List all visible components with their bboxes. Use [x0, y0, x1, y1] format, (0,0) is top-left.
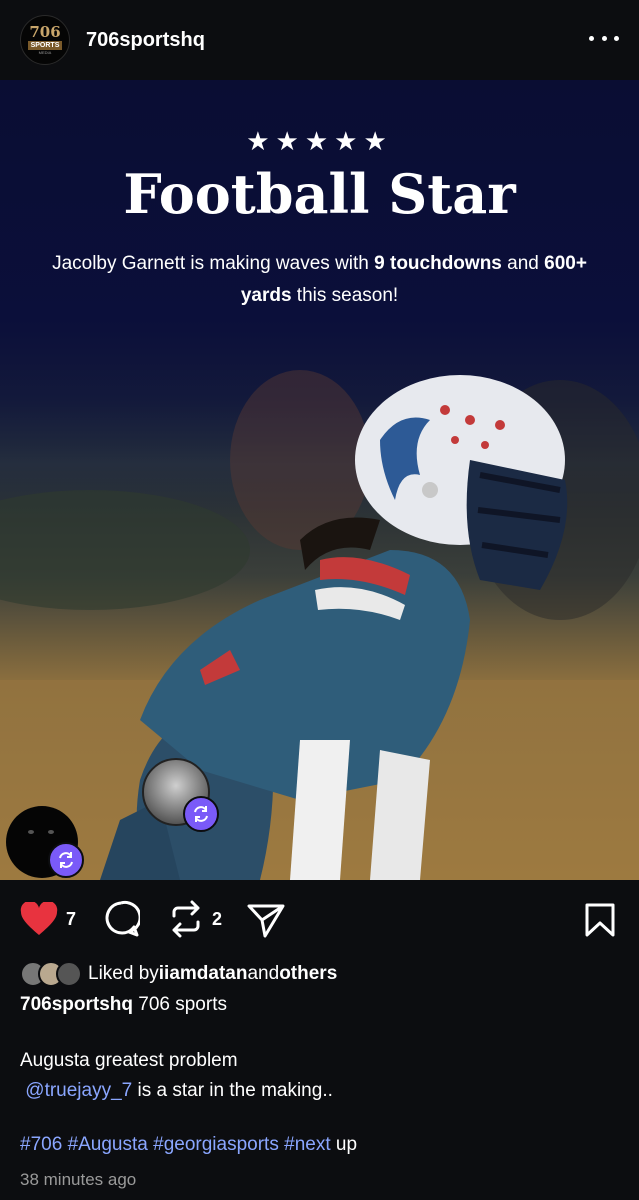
send-icon [247, 904, 285, 938]
post-title: Football Star [123, 162, 516, 226]
caption-line-2: @truejayy_7 is a star in the making.. [20, 1076, 620, 1106]
avatar-logo-brand: SPORTS [27, 41, 63, 50]
share-button[interactable] [246, 902, 286, 938]
repost-icon [172, 900, 200, 938]
liked-by-prefix: Liked by [88, 963, 159, 984]
repost-button[interactable]: 2 [168, 900, 222, 938]
liked-by-others[interactable]: others [279, 963, 337, 985]
post-image[interactable]: ★★★★★ Football Star Jacolby Garnett is m… [0, 80, 639, 880]
avatar-logo-sub: MEDIA [38, 50, 52, 55]
post-info: Liked by iiamdatan and others 706sportsh… [20, 958, 620, 1190]
caption-author-text: 706 sports [132, 994, 227, 1015]
action-bar: 7 2 [0, 880, 639, 958]
liked-by-row[interactable]: Liked by iiamdatan and others [20, 958, 620, 990]
save-button[interactable] [584, 902, 616, 938]
more-options-icon[interactable] [589, 28, 619, 48]
bookmark-icon [585, 903, 615, 937]
rating-stars: ★★★★★ [246, 126, 393, 156]
post-subtitle: Jacolby Garnett is making waves with 9 t… [52, 253, 587, 306]
caption-author-line: 706sportshq 706 sports [20, 990, 620, 1020]
like-count: 7 [66, 908, 77, 929]
account-avatar[interactable]: 706 SPORTS MEDIA [20, 15, 70, 65]
caption-line-1: Augusta greatest problem [20, 1050, 238, 1071]
post-header: 706 SPORTS MEDIA 706sportshq [0, 0, 639, 80]
post-timestamp: 38 minutes ago [20, 1170, 137, 1189]
repost-count: 2 [212, 908, 223, 929]
hashtag-tail: up [330, 1134, 358, 1155]
like-button[interactable]: 7 [20, 902, 76, 936]
liker-avatars [20, 961, 82, 987]
avatar-logo-number: 706 [29, 23, 61, 41]
liked-by-mid: and [247, 963, 280, 984]
comment-bubble-icon [105, 900, 140, 937]
liker-avatar [56, 961, 82, 987]
repost-badge-icon [48, 842, 84, 878]
caption-line-2-rest: is a star in the making.. [132, 1080, 333, 1101]
liked-by-user[interactable]: iiamdatan [159, 963, 248, 985]
comment-button[interactable] [102, 900, 140, 938]
hashtag-line: #706 #Augusta #georgiasports #next up [20, 1130, 620, 1160]
caption-author[interactable]: 706sportshq [20, 994, 133, 1015]
hashtag-link[interactable]: #706 [20, 1134, 62, 1155]
heart-icon [20, 902, 58, 935]
mention-link[interactable]: @truejayy_7 [25, 1080, 132, 1101]
hashtag-link[interactable]: #georgiasports [153, 1134, 279, 1155]
hashtag-link[interactable]: #next [284, 1134, 330, 1155]
repost-badge-icon [183, 796, 219, 832]
hashtag-link[interactable]: #Augusta [68, 1134, 148, 1155]
account-username[interactable]: 706sportshq [86, 29, 205, 52]
